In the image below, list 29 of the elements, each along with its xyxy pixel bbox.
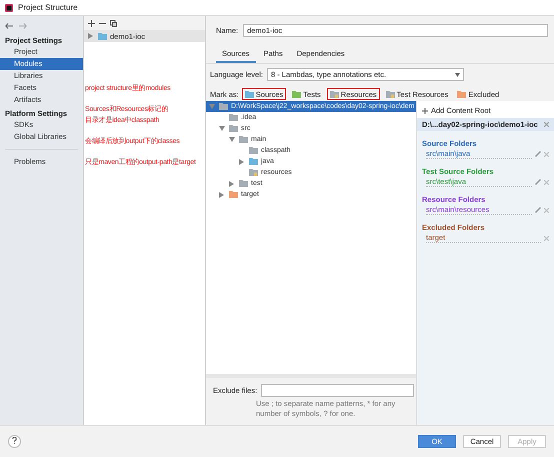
copy-icon[interactable] xyxy=(110,20,117,26)
question-icon xyxy=(12,437,17,444)
exclude-files-field[interactable] xyxy=(261,384,414,397)
window-title: Project Structure xyxy=(18,3,78,12)
pencil-icon[interactable] xyxy=(535,179,541,185)
collapsed-arrow-icon[interactable] xyxy=(239,158,244,164)
folder-icon xyxy=(330,90,339,98)
folder-icon xyxy=(244,90,254,98)
folder-icon xyxy=(249,169,258,176)
pencil-icon[interactable] xyxy=(535,151,541,157)
expanded-arrow-icon[interactable] xyxy=(209,104,215,109)
module-icon xyxy=(98,32,107,40)
close-icon[interactable] xyxy=(544,208,549,212)
folder-icon xyxy=(292,90,302,98)
app-icon xyxy=(5,4,13,12)
folder-icon xyxy=(457,90,466,98)
dropdown-caret-icon xyxy=(455,72,460,76)
close-icon[interactable] xyxy=(544,236,549,240)
folder-icon xyxy=(386,90,395,98)
pencil-icon[interactable] xyxy=(535,207,541,213)
forward-arrow-icon[interactable] xyxy=(19,23,27,29)
close-icon[interactable] xyxy=(544,152,549,156)
back-arrow-icon[interactable] xyxy=(5,23,13,29)
close-icon[interactable] xyxy=(544,122,549,127)
add-icon[interactable] xyxy=(422,108,428,114)
help-button[interactable] xyxy=(8,435,21,448)
close-icon[interactable] xyxy=(544,180,549,184)
collapsed-arrow-icon[interactable] xyxy=(88,33,93,39)
add-icon[interactable] xyxy=(88,20,95,26)
